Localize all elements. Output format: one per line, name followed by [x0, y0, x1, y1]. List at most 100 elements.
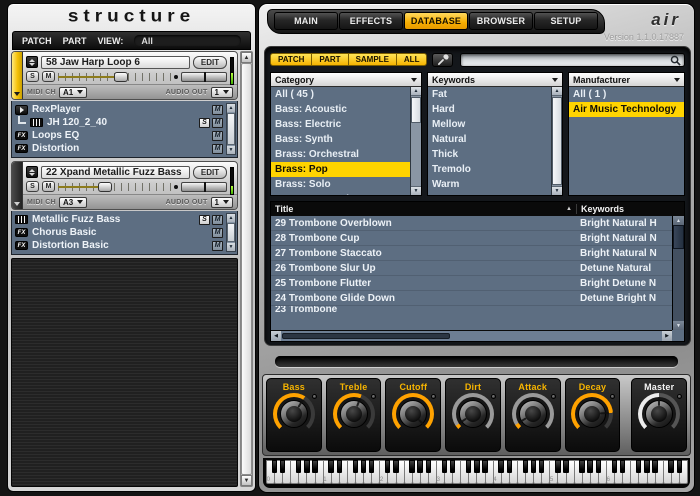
scroll-up-icon[interactable]: ▲: [227, 214, 235, 222]
filter-button-sample[interactable]: SAMPLE: [349, 53, 397, 66]
part-select-indicator[interactable]: [12, 162, 23, 209]
menu-patch[interactable]: PATCH: [22, 36, 52, 46]
black-key[interactable]: [482, 460, 487, 473]
table-row[interactable]: 25 Trombone FlutterBright Detune N: [271, 276, 672, 291]
black-key[interactable]: [442, 460, 447, 473]
list-item[interactable]: Drums: Acoustic: [271, 192, 410, 195]
list-item[interactable]: Natural: [428, 132, 551, 147]
mute-button[interactable]: M: [42, 181, 55, 192]
black-key[interactable]: [369, 460, 374, 473]
part-select-indicator[interactable]: [12, 52, 23, 99]
black-key[interactable]: [474, 460, 479, 473]
slider-handle[interactable]: [114, 72, 128, 82]
scroll-down-icon[interactable]: ▼: [241, 475, 252, 486]
black-key[interactable]: [555, 460, 560, 473]
view-selector[interactable]: All: [134, 35, 241, 46]
parts-scrollbar[interactable]: ▲ ▼: [240, 51, 253, 487]
edit-button[interactable]: EDIT: [193, 56, 227, 69]
black-key[interactable]: [337, 460, 342, 473]
black-key[interactable]: [531, 460, 536, 473]
table-row[interactable]: 28 Trombone CupBright Natural N: [271, 231, 672, 246]
list-item[interactable]: Warm: [428, 177, 551, 192]
black-key[interactable]: [466, 460, 471, 473]
black-key[interactable]: [668, 460, 673, 473]
black-key[interactable]: [596, 460, 601, 473]
list-item[interactable]: Hard: [428, 102, 551, 117]
tree-item[interactable]: FXDistortion BasicM: [15, 239, 223, 252]
mute-badge[interactable]: M: [212, 241, 223, 251]
scroll-thumb[interactable]: [552, 97, 562, 185]
black-key[interactable]: [587, 460, 592, 473]
black-key[interactable]: [507, 460, 512, 473]
scroll-down-icon[interactable]: ▼: [411, 186, 421, 195]
edit-button[interactable]: EDIT: [193, 166, 227, 179]
black-key[interactable]: [304, 460, 309, 473]
results-vertical-scrollbar[interactable]: ▲ ▼: [672, 216, 684, 330]
column-dropdown-keywords[interactable]: Keywords: [428, 73, 562, 87]
tree-scrollbar[interactable]: ▲▼: [226, 103, 236, 155]
midi-ch-dropdown[interactable]: A3: [59, 197, 87, 208]
patch-select-button[interactable]: [26, 56, 38, 68]
master-knob[interactable]: [638, 393, 680, 435]
black-key[interactable]: [498, 460, 503, 473]
black-key[interactable]: [579, 460, 584, 473]
mute-badge[interactable]: M: [212, 215, 223, 225]
midi-ch-dropdown[interactable]: A1: [59, 87, 87, 98]
list-item[interactable]: Mellow: [428, 117, 551, 132]
list-item[interactable]: Air Music Technology: [569, 102, 684, 117]
black-key[interactable]: [612, 460, 617, 473]
tree-item[interactable]: FXChorus BasicM: [15, 226, 223, 239]
attack-knob[interactable]: [512, 393, 554, 435]
list-item[interactable]: Bass: Electric: [271, 117, 410, 132]
black-key[interactable]: [312, 460, 317, 473]
column-dropdown-category[interactable]: Category: [271, 73, 421, 87]
level-slider[interactable]: [58, 182, 171, 192]
patch-name-field[interactable]: 58 Jaw Harp Loop 6: [41, 56, 190, 69]
scroll-up-icon[interactable]: ▲: [552, 87, 562, 96]
mute-badge[interactable]: M: [212, 228, 223, 238]
bass-knob[interactable]: [273, 393, 315, 435]
cutoff-knob[interactable]: [392, 393, 434, 435]
scroll-thumb[interactable]: [227, 113, 235, 145]
audio-out-dropdown[interactable]: 1: [211, 87, 233, 98]
black-key[interactable]: [417, 460, 422, 473]
patch-name-field[interactable]: 22 Xpand Metallic Fuzz Bass: [41, 166, 190, 179]
scroll-thumb[interactable]: [282, 333, 450, 339]
tree-item[interactable]: RexPlayerM: [15, 103, 223, 116]
column-header-title[interactable]: Title▲: [271, 204, 576, 214]
tree-item[interactable]: Metallic Fuzz BassSM: [15, 213, 223, 226]
scroll-up-icon[interactable]: ▲: [673, 216, 684, 225]
black-key[interactable]: [563, 460, 568, 473]
solo-button[interactable]: S: [26, 181, 39, 192]
tab-database[interactable]: DATABASE: [404, 12, 468, 30]
pan-control[interactable]: [181, 72, 227, 82]
scroll-down-icon[interactable]: ▼: [552, 186, 562, 195]
black-key[interactable]: [677, 460, 682, 473]
filter-button-patch[interactable]: PATCH: [270, 53, 312, 66]
tree-item[interactable]: FXLoops EQM: [15, 129, 223, 142]
list-item[interactable]: All ( 45 ): [271, 87, 410, 102]
black-key[interactable]: [523, 460, 528, 473]
table-row[interactable]: 23 Trombone: [271, 306, 672, 312]
search-input[interactable]: [464, 55, 666, 65]
black-key[interactable]: [450, 460, 455, 473]
scroll-down-icon[interactable]: ▼: [227, 243, 235, 251]
mute-badge[interactable]: M: [212, 118, 223, 128]
filter-button-part[interactable]: PART: [312, 53, 348, 66]
tools-button[interactable]: [432, 53, 453, 67]
menu-part[interactable]: PART: [63, 36, 87, 46]
mute-badge[interactable]: M: [212, 105, 223, 115]
mute-badge[interactable]: M: [212, 131, 223, 141]
solo-badge[interactable]: S: [199, 215, 210, 225]
scroll-right-icon[interactable]: ▶: [662, 331, 672, 341]
table-row[interactable]: 24 Trombone Glide DownDetune Bright N: [271, 291, 672, 306]
patch-select-button[interactable]: [26, 166, 38, 178]
tree-item[interactable]: JH 120_2_40SM: [15, 116, 223, 129]
black-key[interactable]: [620, 460, 625, 473]
black-key[interactable]: [636, 460, 641, 473]
black-key[interactable]: [652, 460, 657, 473]
table-row[interactable]: 26 Trombone Slur UpDetune Natural: [271, 261, 672, 276]
scroll-thumb[interactable]: [241, 63, 252, 475]
solo-badge[interactable]: S: [199, 118, 210, 128]
treble-knob[interactable]: [333, 393, 375, 435]
